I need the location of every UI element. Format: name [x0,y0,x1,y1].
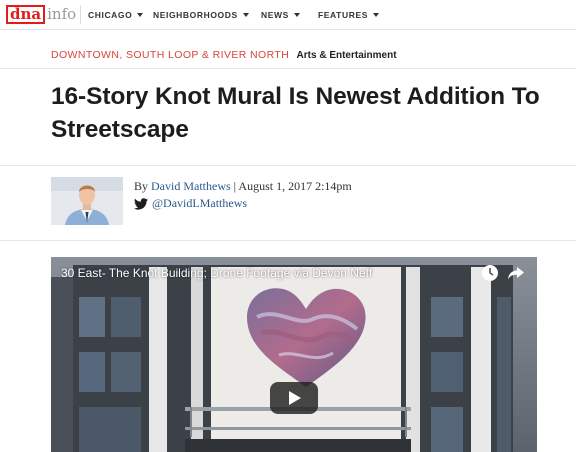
byline-separator: | [233,179,237,193]
clock-icon[interactable] [481,264,499,282]
play-icon[interactable] [270,382,318,414]
top-nav-bar: dna info CHICAGO NEIGHBORHOODS NEWS FEATU… [0,0,576,30]
section-location-link[interactable]: DOWNTOWN, SOUTH LOOP & RIVER NORTH [51,49,289,61]
author-link[interactable]: David Matthews [151,179,231,193]
logo-dna-text: dna [6,4,46,24]
twitter-icon [134,197,148,210]
twitter-handle-link[interactable]: @DavidLMatthews [152,196,247,211]
divider [0,68,576,69]
dnainfo-logo[interactable]: dna info [6,4,76,24]
author-twitter: @DavidLMatthews [134,196,247,211]
caret-down-icon [293,13,300,17]
nav-chicago-label: CHICAGO [88,10,133,20]
video-frame-image [51,257,537,452]
nav-features-label: FEATURES [318,10,368,20]
section-category-link[interactable]: Arts & Entertainment [297,50,397,61]
share-icon[interactable] [507,264,525,282]
nav-neighborhoods[interactable]: NEIGHBORHOODS [153,0,249,30]
byline: By David Matthews | August 1, 2017 2:14p… [134,179,352,194]
caret-down-icon [137,13,144,17]
video-title[interactable]: 30 East- The Knot Building; Drone Footag… [61,266,372,280]
divider [0,165,576,166]
publish-date: August 1, 2017 2:14pm [238,179,352,193]
article-title: 16-Story Knot Mural Is Newest Addition T… [51,83,540,143]
nav-news-label: NEWS [261,10,289,20]
divider [0,240,576,241]
nav-features[interactable]: FEATURES [318,0,379,30]
caret-down-icon [242,13,249,17]
video-player[interactable]: 30 East- The Knot Building; Drone Footag… [51,257,537,452]
section-breadcrumb: DOWNTOWN, SOUTH LOOP & RIVER NORTH Arts … [51,49,397,61]
author-photo [51,177,123,225]
caret-down-icon [372,13,379,17]
logo-info-text: info [47,4,77,23]
author-photo-image [51,177,123,225]
nav-chicago[interactable]: CHICAGO [88,0,144,30]
byline-prefix: By [134,179,149,193]
nav-neighborhoods-label: NEIGHBORHOODS [153,10,238,20]
nav-news[interactable]: NEWS [261,0,300,30]
logo-divider [80,5,81,24]
